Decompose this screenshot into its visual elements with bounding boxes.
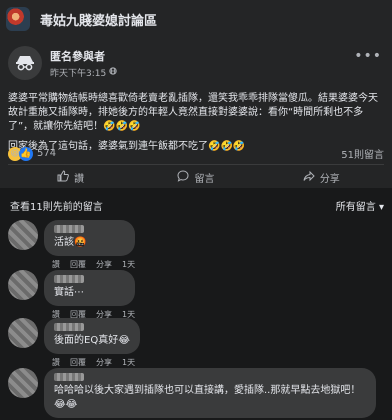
like-label: 讚 (74, 173, 85, 185)
group-avatar[interactable] (6, 7, 30, 31)
more-options-icon[interactable]: ••• (354, 48, 382, 64)
comment-count[interactable]: 51則留言 (341, 146, 384, 161)
post-time[interactable]: 昨天下午3:15 (50, 66, 106, 79)
commenter-avatar[interactable] (8, 318, 38, 348)
comment-text: 實話⋯ (54, 287, 84, 298)
comments-header: 查看11則先前的留言 所有留言 ▾ (10, 198, 384, 213)
comment-reply-button[interactable]: 回覆 (70, 357, 86, 368)
comment-bubble: 後面的EQ真好😂 (44, 318, 140, 354)
comment-text: 後面的EQ真好😂 (54, 335, 130, 346)
comment-icon (177, 169, 189, 185)
commenter-avatar[interactable] (8, 270, 38, 300)
commenter-name-blurred[interactable] (54, 225, 84, 233)
comment-button[interactable]: 留言 (133, 165, 258, 189)
reactions-row: 😆 👍 574 51則留言 (8, 146, 384, 161)
commenter-name-blurred[interactable] (54, 373, 84, 381)
reaction-count[interactable]: 574 (37, 148, 56, 159)
like-reaction-icon[interactable]: 👍 (19, 146, 33, 161)
comment-actions: 讚 回覆 分享 1天 (52, 357, 140, 368)
comment-bubble: 活該🤬 (44, 220, 136, 256)
commenter-avatar[interactable] (8, 368, 38, 398)
comment-reply-button[interactable]: 回覆 (70, 259, 86, 270)
comment-item: 哈哈哈以後大家遇到插隊也可以直接講，愛插隊..那就早點去地獄吧！😂😂 (8, 368, 376, 418)
comment-sort-label: 所有留言 (335, 202, 376, 213)
comment-bubble: 實話⋯ (44, 270, 136, 306)
comment-like-button[interactable]: 讚 (52, 259, 60, 270)
post-card: 匿名參與者 昨天下午3:15 ••• 婆婆平常購物結帳時總喜歡倚老賣老亂插隊，還… (0, 38, 392, 188)
comment-item: 後面的EQ真好😂 讚 回覆 分享 1天 (8, 318, 140, 368)
comment-time[interactable]: 1天 (122, 259, 135, 270)
share-label: 分享 (319, 173, 340, 185)
comment-item: 實話⋯ 讚 回覆 分享 1天 (8, 270, 136, 320)
post-author-row: 匿名參與者 昨天下午3:15 (8, 46, 117, 80)
share-icon (303, 170, 315, 185)
commenter-name-blurred[interactable] (54, 275, 84, 283)
commenter-avatar[interactable] (8, 220, 38, 250)
share-button[interactable]: 分享 (259, 165, 384, 189)
comment-like-button[interactable]: 讚 (52, 357, 60, 368)
thumbs-up-icon (57, 169, 70, 185)
comment-text: 哈哈哈以後大家遇到插隊也可以直接講，愛插隊..那就早點去地獄吧！😂😂 (54, 385, 361, 410)
post-paragraph: 婆婆平常購物結帳時總喜歡倚老賣老亂插隊，還笑我乖乖排隊當傻瓜。結果婆婆今天故計重… (8, 93, 378, 132)
comment-item: 活該🤬 讚 回覆 分享 1天 (8, 220, 136, 270)
comment-actions: 讚 回覆 分享 1天 (52, 259, 135, 270)
post-actions: 讚 留言 分享 (8, 164, 384, 189)
view-previous-comments-link[interactable]: 查看11則先前的留言 (10, 198, 103, 213)
chevron-down-icon: ▾ (378, 202, 384, 213)
group-header: 毒姑九賤婆媳討論區 (0, 0, 392, 39)
comment-share-button[interactable]: 分享 (96, 259, 112, 270)
audience-globe-icon (109, 66, 117, 78)
group-title[interactable]: 毒姑九賤婆媳討論區 (40, 10, 157, 29)
anonymous-avatar-icon[interactable] (8, 46, 42, 80)
comment-bubble: 哈哈哈以後大家遇到插隊也可以直接講，愛插隊..那就早點去地獄吧！😂😂 (44, 368, 376, 418)
comment-label: 留言 (194, 173, 215, 185)
commenter-name-blurred[interactable] (54, 323, 84, 331)
comment-text: 活該🤬 (54, 237, 87, 248)
comment-time[interactable]: 1天 (122, 357, 135, 368)
post-author-name[interactable]: 匿名參與者 (50, 48, 117, 64)
like-button[interactable]: 讚 (8, 165, 133, 189)
comment-share-button[interactable]: 分享 (96, 357, 112, 368)
comment-sort-dropdown[interactable]: 所有留言 ▾ (336, 198, 384, 213)
